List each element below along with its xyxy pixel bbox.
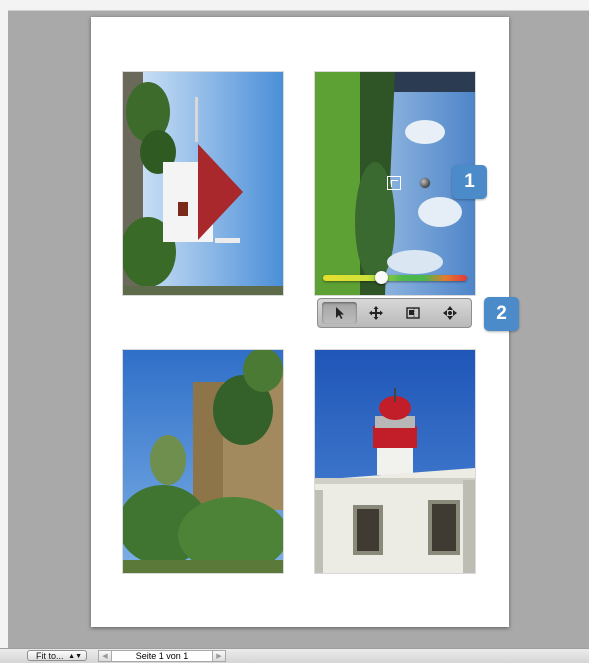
select-tool-button[interactable]	[322, 302, 357, 324]
move-icon	[369, 306, 384, 320]
callout-badge-1: 1	[452, 165, 487, 199]
select-arrows-icon: ▲▼	[68, 653, 82, 660]
page-navigator: ◀ Seite 1 von 1 ▶	[98, 650, 226, 662]
pan-handle[interactable]	[420, 178, 430, 188]
photo-fortress[interactable]	[123, 350, 283, 573]
select-arrow-icon	[336, 307, 345, 319]
chevron-right-icon: ▶	[216, 653, 222, 660]
chevron-left-icon: ◀	[102, 653, 108, 660]
rotate-icon	[442, 306, 457, 320]
crop-frame-icon[interactable]	[387, 176, 401, 190]
rotate-tool-button[interactable]	[432, 302, 467, 324]
move-tool-button[interactable]	[359, 302, 394, 324]
crop-icon	[406, 307, 420, 319]
slider-knob[interactable]	[374, 271, 388, 284]
status-bar: Fit to... ▲▼ ◀ Seite 1 von 1 ▶	[0, 648, 589, 663]
photo-lighthouse[interactable]	[315, 350, 475, 573]
photo-landscape-selected[interactable]	[315, 72, 475, 295]
photo-house[interactable]	[123, 72, 283, 295]
image-tool-bar	[317, 298, 472, 328]
previous-page-button[interactable]: ◀	[98, 650, 112, 662]
page-indicator: Seite 1 von 1	[112, 650, 212, 662]
callout-badge-2: 2	[484, 297, 519, 331]
adjustment-slider[interactable]	[323, 271, 467, 284]
fit-select-label: Fit to...	[36, 651, 64, 661]
fit-select[interactable]: Fit to... ▲▼	[27, 650, 87, 661]
next-page-button[interactable]: ▶	[212, 650, 226, 662]
crop-tool-button[interactable]	[396, 302, 431, 324]
